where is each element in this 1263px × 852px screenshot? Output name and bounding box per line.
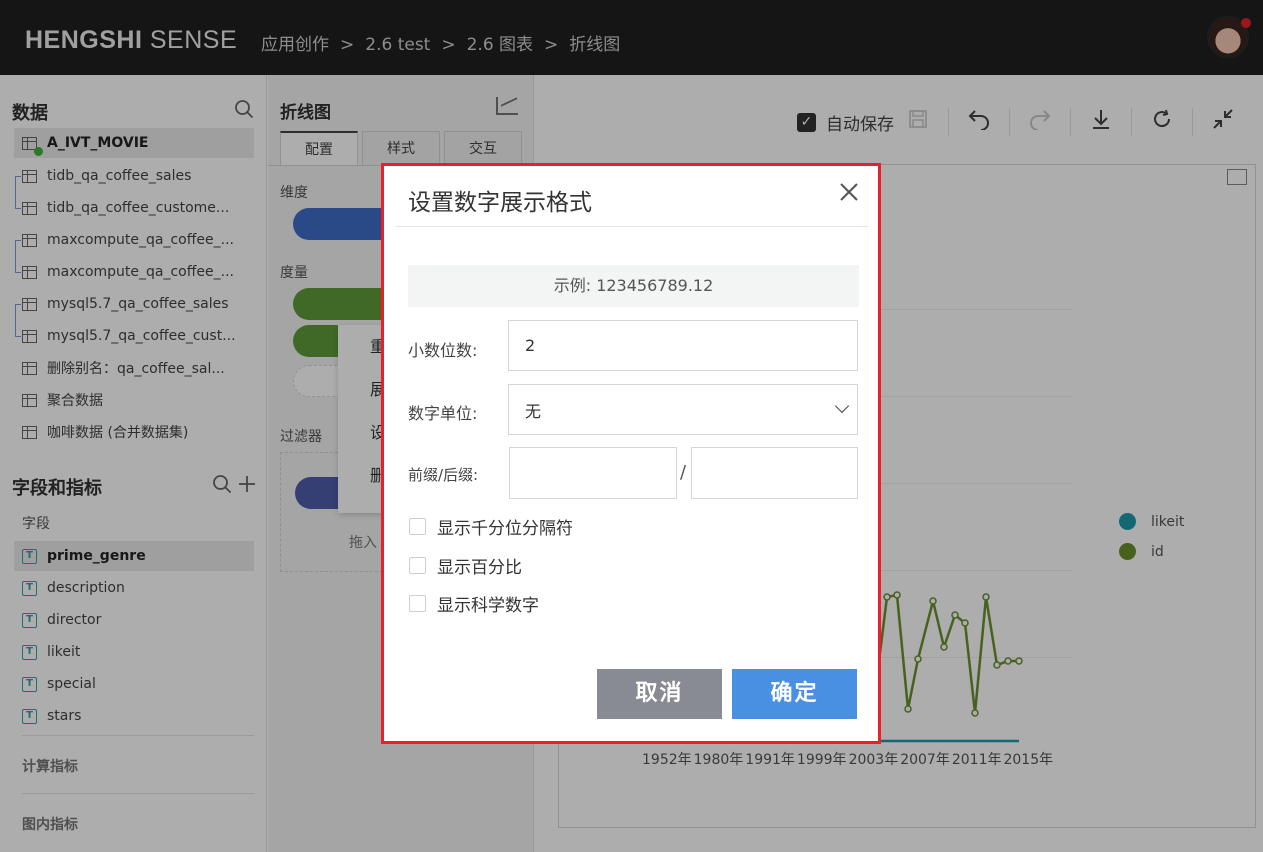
dialog-title: 设置数字展示格式	[408, 190, 592, 216]
prefix-suffix-label: 前缀/后缀:	[408, 466, 479, 484]
suffix-input[interactable]	[691, 447, 858, 499]
percentage-option[interactable]: 显示百分比	[409, 553, 522, 578]
prefix-suffix-separator: /	[680, 462, 687, 483]
close-icon[interactable]	[838, 179, 860, 209]
unit-label: 数字单位:	[408, 404, 478, 423]
decimal-places-input[interactable]: 2	[508, 320, 858, 371]
confirm-button[interactable]: 确定	[732, 669, 857, 719]
format-example: 示例: 123456789.12	[408, 265, 859, 307]
number-format-dialog: 设置数字展示格式 示例: 123456789.12 小数位数: 2 数字单位: …	[381, 163, 881, 744]
checkbox[interactable]	[409, 595, 426, 612]
thousands-separator-option[interactable]: 显示千分位分隔符	[409, 514, 573, 539]
cancel-button[interactable]: 取消	[597, 669, 722, 719]
dialog-divider	[396, 226, 868, 227]
prefix-input[interactable]	[509, 447, 677, 499]
number-unit-select[interactable]: 无	[508, 384, 858, 435]
decimal-label: 小数位数:	[408, 341, 478, 360]
chevron-down-icon	[834, 398, 850, 414]
checkbox[interactable]	[409, 518, 426, 535]
checkbox[interactable]	[409, 557, 426, 574]
scientific-notation-option[interactable]: 显示科学数字	[409, 591, 539, 616]
